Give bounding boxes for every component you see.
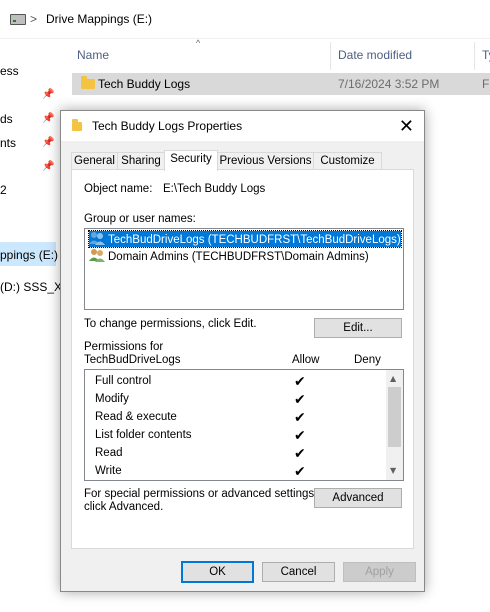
properties-dialog: Tech Buddy Logs Properties ✕ General Sha… — [60, 110, 425, 592]
nav-item-2[interactable]: 2 — [0, 183, 7, 197]
change-permissions-text: To change permissions, click Edit. — [84, 318, 257, 330]
deny-column-header: Deny — [354, 354, 381, 366]
dialog-titlebar[interactable]: Tech Buddy Logs Properties ✕ — [61, 111, 424, 141]
cancel-button[interactable]: Cancel — [262, 562, 335, 582]
object-name-value: E:\Tech Buddy Logs — [163, 183, 266, 195]
allow-check-icon: ✔ — [294, 374, 306, 390]
file-date: 7/16/2024 3:52 PM — [338, 77, 440, 91]
user-group-icon — [89, 248, 105, 262]
tab-customize[interactable]: Customize — [313, 152, 382, 170]
user-item-domain-admins[interactable]: Domain Admins (TECHBUDFRST\Domain Admins… — [89, 248, 369, 264]
user-name: TechBudDriveLogs (TECHBUDFRST\TechBudDri… — [108, 234, 401, 246]
column-header-name[interactable]: Name — [77, 48, 109, 62]
group-or-user-names-label: Group or user names: — [84, 213, 196, 225]
allow-check-icon: ✔ — [294, 464, 306, 480]
permission-row-modify: Modify ✔ — [85, 391, 385, 409]
allow-check-icon: ✔ — [294, 446, 306, 462]
permission-row-read-execute: Read & execute ✔ — [85, 409, 385, 427]
file-name: Tech Buddy Logs — [98, 77, 191, 91]
tab-sharing[interactable]: Sharing — [117, 152, 165, 170]
drive-icon — [10, 14, 26, 25]
nav-item-drive-mappings[interactable]: ppings (E:) — [0, 248, 58, 262]
column-header-date-modified[interactable]: Date modified — [338, 48, 412, 62]
folder-icon — [81, 76, 95, 89]
permission-name: Read — [95, 447, 123, 459]
permission-row-write: Write ✔ — [85, 463, 385, 480]
address-bar: > Drive Mappings (E:) — [0, 0, 490, 39]
permissions-for-user: TechBudDriveLogs — [84, 354, 181, 366]
user-group-icon — [89, 231, 105, 245]
permissions-scrollbar[interactable]: ▲ ▼ — [386, 370, 403, 480]
tab-security[interactable]: Security — [164, 150, 218, 171]
allow-check-icon: ✔ — [294, 392, 306, 408]
object-name-label: Object name: — [84, 183, 153, 195]
pin-icon: 📌 — [42, 161, 55, 172]
allow-check-icon: ✔ — [294, 410, 306, 426]
permission-row-list-folder-contents: List folder contents ✔ — [85, 427, 385, 445]
allow-column-header: Allow — [292, 354, 320, 366]
close-icon[interactable]: ✕ — [399, 116, 414, 137]
scrollbar-thumb[interactable] — [388, 387, 401, 447]
tab-general[interactable]: General — [71, 152, 118, 170]
pin-icon: 📌 — [42, 137, 55, 148]
user-name: Domain Admins (TECHBUDFRST\Domain Admins… — [108, 251, 369, 263]
scroll-up-arrow-icon[interactable]: ▲ — [390, 374, 396, 383]
permission-name: Write — [95, 465, 122, 477]
permission-row-full-control: Full control ✔ — [85, 373, 385, 391]
column-divider[interactable] — [474, 42, 475, 70]
permission-name: Full control — [95, 375, 152, 387]
scroll-down-arrow-icon[interactable]: ▼ — [390, 466, 396, 475]
nav-item-quick-access[interactable]: ess — [0, 64, 19, 78]
permissions-list[interactable]: Full control ✔ Modify ✔ Read & execute ✔… — [84, 369, 404, 481]
permission-name: Modify — [95, 393, 129, 405]
tab-previous-versions[interactable]: Previous Versions — [217, 152, 314, 170]
edit-button[interactable]: Edit... — [314, 318, 402, 338]
folder-icon — [72, 119, 82, 131]
apply-button[interactable]: Apply — [343, 562, 416, 582]
pin-icon: 📌 — [42, 89, 55, 100]
pin-icon: 📌 — [42, 113, 55, 124]
file-type: Fi — [482, 77, 490, 91]
special-permissions-text-line1: For special permissions or advanced sett… — [84, 488, 318, 500]
ok-button[interactable]: OK — [181, 561, 254, 583]
column-divider[interactable] — [330, 42, 331, 70]
nav-item-downloads[interactable]: ds — [0, 112, 13, 126]
security-panel: Object name: E:\Tech Buddy Logs Group or… — [71, 169, 414, 549]
permission-name: List folder contents — [95, 429, 192, 441]
user-list[interactable]: TechBudDriveLogs (TECHBUDFRST\TechBudDri… — [84, 228, 404, 310]
user-item-techbuddrivelogs[interactable]: TechBudDriveLogs (TECHBUDFRST\TechBudDri… — [88, 230, 402, 248]
dialog-title: Tech Buddy Logs Properties — [92, 119, 243, 133]
breadcrumb-drive-mappings[interactable]: Drive Mappings (E:) — [46, 12, 152, 26]
special-permissions-text-line2: click Advanced. — [84, 501, 164, 513]
nav-item-documents[interactable]: nts — [0, 136, 16, 150]
sort-caret-icon: ^ — [196, 38, 201, 48]
allow-check-icon: ✔ — [294, 428, 306, 444]
file-row-tech-buddy-logs[interactable]: Tech Buddy Logs 7/16/2024 3:52 PM Fi — [72, 73, 490, 95]
permission-name: Read & execute — [95, 411, 177, 423]
permission-row-read: Read ✔ — [85, 445, 385, 463]
advanced-button[interactable]: Advanced — [314, 488, 402, 508]
breadcrumb-chevron-icon[interactable]: > — [30, 12, 37, 26]
nav-item-drive-d[interactable]: (D:) SSS_X6 — [0, 280, 69, 294]
permissions-for-label: Permissions for — [84, 341, 164, 353]
column-header-type[interactable]: Ty — [482, 48, 490, 62]
